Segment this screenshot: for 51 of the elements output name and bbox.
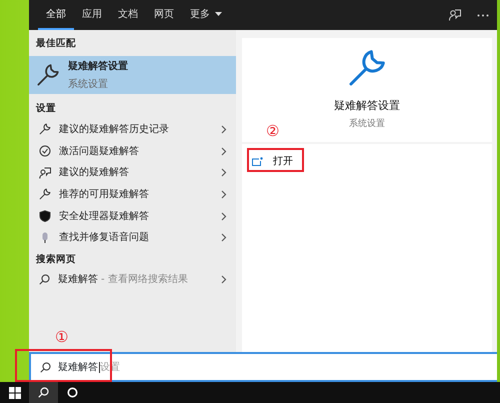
best-match-subtitle: 系统设置 [68, 78, 109, 92]
search-icon [39, 274, 50, 286]
chevron-icon [221, 168, 227, 178]
chevron-icon [221, 233, 227, 242]
web-query: 疑难解答 [58, 272, 98, 288]
tab[interactable]: 应用 [74, 0, 110, 30]
shield-icon [39, 210, 51, 222]
result-label: 查找并修复语音问题 [59, 230, 149, 246]
settings-result[interactable]: 激活问题疑难解答 [29, 140, 236, 162]
result-label: 建议的疑难解答历史记录 [59, 122, 169, 137]
annotation-number: ① [55, 330, 68, 345]
result-label: 建议的疑难解答 [59, 166, 129, 180]
settings-result[interactable]: 建议的疑难解答历史记录 [29, 118, 236, 140]
settings-result[interactable]: 建议的疑难解答 [29, 162, 236, 184]
result-label: 激活问题疑难解答 [59, 144, 139, 159]
check-circle-icon [39, 145, 51, 158]
open-window-icon [252, 157, 263, 166]
detail-title: 疑难解答设置 [334, 98, 400, 114]
annotation-number: ② [266, 124, 280, 139]
tab[interactable]: 更多 [182, 0, 230, 30]
best-match-title: 疑难解答设置 [68, 60, 128, 74]
chevron-icon [221, 275, 227, 284]
section-heading: 设置 [34, 102, 57, 116]
tab[interactable]: 网页 [146, 0, 182, 30]
chevron-icon [221, 146, 227, 156]
best-match-item[interactable]: 疑难解答设置 系统设置 [29, 56, 236, 94]
section-heading: 最佳匹配 [35, 37, 77, 51]
open-action[interactable]: 打开 [248, 152, 297, 171]
section-heading: 搜索网页 [34, 252, 77, 267]
more-icon[interactable] [477, 14, 489, 16]
search-icon[interactable] [29, 382, 58, 403]
person-chat-icon [39, 166, 51, 179]
settings-result[interactable]: 查找并修复语音问题 [29, 226, 236, 249]
wrench-icon [39, 123, 51, 136]
search-icon [40, 362, 51, 372]
detail-subtitle: 系统设置 [349, 118, 385, 130]
wrench-icon [39, 188, 51, 200]
settings-result[interactable]: 推荐的可用疑难解答 [29, 184, 236, 206]
web-hint: - 查看网络搜索结果 [101, 272, 188, 288]
settings-result[interactable]: 安全处理器疑难解答 [29, 205, 236, 227]
annotation-box [247, 148, 304, 172]
chevron-icon [221, 124, 227, 134]
wrench-icon [36, 63, 60, 88]
tab[interactable]: 文档 [110, 0, 146, 30]
feedback-icon[interactable] [449, 9, 461, 21]
chevron-icon [221, 190, 227, 199]
result-label: 推荐的可用疑难解答 [59, 188, 149, 202]
wrench-icon [347, 48, 387, 88]
chevron-icon [221, 212, 227, 221]
web-result[interactable]: 疑难解答 - 查看网络搜索结果 [29, 268, 236, 291]
result-label: 安全处理器疑难解答 [59, 210, 149, 224]
